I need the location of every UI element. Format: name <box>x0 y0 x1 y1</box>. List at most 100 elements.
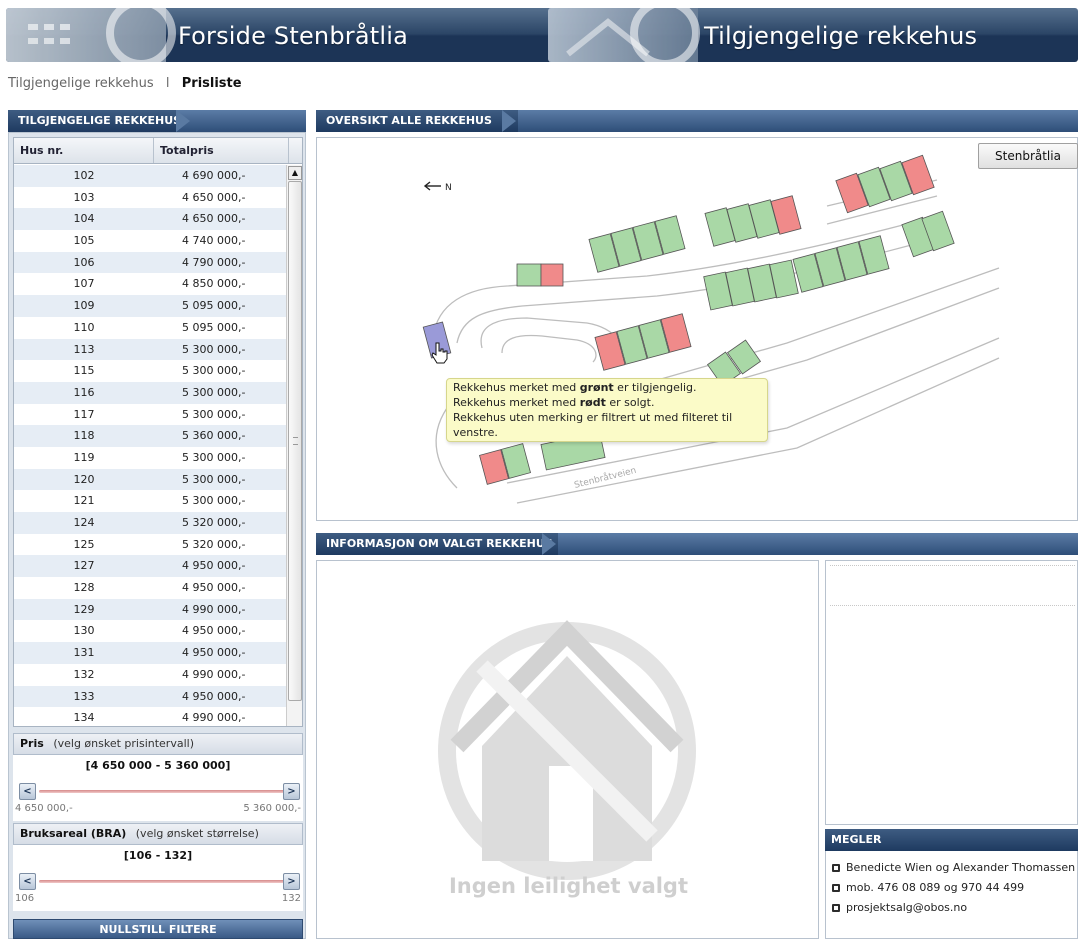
price-min-handle-icon[interactable]: < <box>19 783 36 800</box>
hus-nr-cell: 125 <box>73 537 95 551</box>
north-arrow-icon <box>423 181 441 191</box>
totalpris-cell: 5 300 000,- <box>182 472 246 486</box>
table-row[interactable]: 116 5 300 000,- <box>14 381 288 404</box>
totalpris-cell: 4 950 000,- <box>182 581 246 595</box>
table-row[interactable]: 124 5 320 000,- <box>14 512 288 534</box>
hus-nr-cell: 107 <box>73 277 95 291</box>
hus-nr-cell: 118 <box>73 429 95 443</box>
table-body: 102 4 690 000,- 103 4 650 000,- 104 4 650 000… <box>14 165 288 726</box>
totalpris-cell: 5 300 000,- <box>182 342 246 356</box>
table-row[interactable]: 133 4 950 000,- <box>14 685 288 708</box>
megler-phone: mob. 476 08 089 og 970 44 499 <box>846 881 1025 894</box>
hus-nr-cell: 102 <box>73 169 95 182</box>
nav-tab-forside-label: Forside Stenbråtlia <box>178 22 408 50</box>
table-row[interactable]: 121 5 300 000,- <box>14 490 288 512</box>
table-row[interactable]: 113 5 300 000,- <box>14 338 288 361</box>
totalpris-cell: 4 740 000,- <box>182 234 246 248</box>
table-row[interactable]: 125 5 320 000,- <box>14 534 288 556</box>
hus-nr-cell: 106 <box>73 255 95 269</box>
breadcrumb-link-tilgjengelige[interactable]: Tilgjengelige rekkehus <box>8 76 154 91</box>
info-panel-title: INFORMASJON OM VALGT REKKEHUS <box>326 537 553 550</box>
totalpris-cell: 5 320 000,- <box>182 537 246 551</box>
hus-nr-cell: 115 <box>73 364 95 378</box>
megler-email[interactable]: prosjektsalg@obos.no <box>846 901 967 914</box>
left-panel: Hus nr. Totalpris 102 4 690 000,- 103 4 650… <box>8 132 306 939</box>
area-slider-track[interactable] <box>39 880 285 883</box>
table-row[interactable]: 102 4 690 000,- <box>14 165 288 187</box>
totalpris-cell: 4 990 000,- <box>182 602 246 616</box>
totalpris-cell: 4 850 000,- <box>182 277 246 291</box>
totalpris-cell: 4 990 000,- <box>182 667 246 681</box>
breadcrumb-separator: I <box>165 76 170 91</box>
totalpris-cell: 4 650 000,- <box>182 190 246 204</box>
house-price-table: Hus nr. Totalpris 102 4 690 000,- 103 4 650… <box>13 137 303 727</box>
table-row[interactable]: 110 5 095 000,- <box>14 317 288 339</box>
left-panel-header: TILGJENGELIGE REKKEHUS <box>8 110 306 132</box>
column-header-hus-nr[interactable]: Hus nr. <box>14 138 154 163</box>
megler-title: MEGLER <box>831 833 882 846</box>
totalpris-cell: 4 990 000,- <box>182 711 246 725</box>
totalpris-cell: 4 950 000,- <box>182 624 246 638</box>
table-row[interactable]: 105 4 740 000,- <box>14 230 288 252</box>
area-filter-header: Bruksareal (BRA) (velg ønsket størrelse) <box>13 823 303 845</box>
area-max-handle-icon[interactable]: > <box>283 873 300 890</box>
table-row[interactable]: 134 4 990 000,- <box>14 707 288 726</box>
reset-filters-button[interactable]: NULLSTILL FILTERE <box>13 919 303 939</box>
nav-tab-tilgjengelige[interactable]: Tilgjengelige rekkehus <box>548 8 1078 62</box>
table-row[interactable]: 117 5 300 000,- <box>14 404 288 426</box>
table-row[interactable]: 119 5 300 000,- <box>14 447 288 469</box>
table-row[interactable]: 131 4 950 000,- <box>14 642 288 664</box>
totalpris-cell: 5 095 000,- <box>182 299 246 313</box>
table-row[interactable]: 109 5 095 000,- <box>14 295 288 317</box>
hus-nr-cell: 104 <box>73 212 95 226</box>
house-block-sold[interactable] <box>540 263 564 287</box>
totalpris-cell: 5 300 000,- <box>182 364 246 378</box>
nav-tab-forside[interactable]: Forside Stenbråtlia <box>6 8 552 62</box>
site-map[interactable]: Stenbråtveien N <box>316 137 1078 521</box>
area-filter-hint: (velg ønsket størrelse) <box>135 827 259 840</box>
red-legend-word: rødt <box>579 396 606 409</box>
stenbratlia-button[interactable]: Stenbråtlia <box>978 143 1078 169</box>
price-max-label: 5 360 000,- <box>243 803 301 814</box>
info-panel-header: INFORMASJON OM VALGT REKKEHUS <box>316 533 1078 555</box>
totalpris-cell: 5 360 000,- <box>182 429 246 443</box>
price-min-label: 4 650 000,- <box>15 803 73 814</box>
hus-nr-cell: 119 <box>73 450 95 464</box>
price-filter: [4 650 000 - 5 360 000] < > 4 650 000,- … <box>13 755 303 821</box>
area-filter: [106 - 132] < > 106 132 <box>13 845 303 911</box>
price-filter-label: Pris <box>20 737 44 750</box>
table-row[interactable]: 130 4 950 000,- <box>14 620 288 642</box>
breadcrumb-link-prisliste[interactable]: Prisliste <box>182 76 242 91</box>
table-row[interactable]: 128 4 950 000,- <box>14 577 288 599</box>
tooltip-filter-note: Rekkehus uten merking er filtrert ut med… <box>453 411 733 424</box>
table-row[interactable]: 129 4 990 000,- <box>14 598 288 621</box>
table-row[interactable]: 115 5 300 000,- <box>14 360 288 382</box>
price-filter-hint: (velg ønsket prisintervall) <box>53 737 194 750</box>
column-header-totalpris[interactable]: Totalpris <box>154 138 289 163</box>
email-icon <box>832 904 840 912</box>
hus-nr-cell: 130 <box>73 624 95 638</box>
price-max-handle-icon[interactable]: > <box>283 783 300 800</box>
hus-nr-cell: 103 <box>73 190 95 204</box>
house-block-available[interactable] <box>516 263 542 287</box>
price-slider-track[interactable] <box>39 790 285 793</box>
table-row[interactable]: 106 4 790 000,- <box>14 251 288 274</box>
table-row[interactable]: 118 5 360 000,- <box>14 425 288 447</box>
totalpris-cell: 5 095 000,- <box>182 320 246 334</box>
table-scrollbar[interactable]: ▲ ▼ <box>286 165 302 726</box>
table-row[interactable]: 107 4 850 000,- <box>14 273 288 295</box>
selected-house-image: Ingen leilighet valgt <box>316 560 819 939</box>
breadcrumb: Tilgjengelige rekkehus I Prisliste <box>8 76 242 94</box>
hus-nr-cell: 131 <box>73 646 95 660</box>
area-max-label: 132 <box>281 893 301 904</box>
table-row[interactable]: 120 5 300 000,- <box>14 468 288 491</box>
table-row[interactable]: 103 4 650 000,- <box>14 187 288 209</box>
table-row[interactable]: 132 4 990 000,- <box>14 664 288 686</box>
site-map-drawing[interactable]: Stenbråtveien N <box>317 138 1078 521</box>
scroll-thumb[interactable] <box>288 181 302 701</box>
scroll-up-icon[interactable]: ▲ <box>288 166 302 180</box>
totalpris-cell: 4 650 000,- <box>182 212 246 226</box>
table-row[interactable]: 104 4 650 000,- <box>14 208 288 231</box>
table-row[interactable]: 127 4 950 000,- <box>14 555 288 578</box>
area-min-handle-icon[interactable]: < <box>19 873 36 890</box>
